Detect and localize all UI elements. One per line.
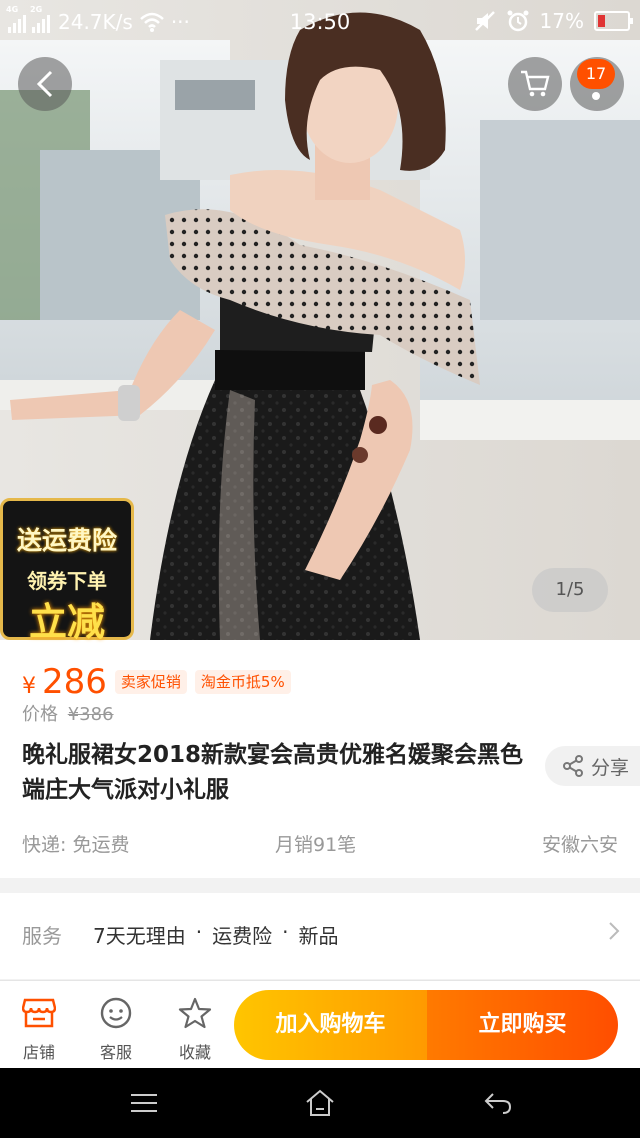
promo-line-3: 立减 [28,600,105,644]
cart-button[interactable] [508,57,562,111]
shipping-info: 快递: 免运费 [22,834,130,856]
buy-now-button[interactable]: 立即购买 [427,990,618,1060]
monthly-sales: 月销91笔 [275,834,357,856]
back-arrow-icon [484,1093,512,1114]
promo-tag-seller[interactable]: 卖家促销 [114,670,187,694]
original-price-row: 价格 ¥386 [22,700,114,726]
share-icon [563,755,583,777]
more-dot-icon [592,92,600,100]
price-currency: ¥ [22,674,36,699]
battery-percent: 17% [539,9,584,33]
original-price: ¥386 [67,704,114,725]
chevron-left-icon [36,70,53,98]
customer-service-button[interactable]: 客服 [86,995,146,1063]
favorite-button[interactable]: 收藏 [165,995,225,1063]
mute-icon [474,11,495,31]
bottom-action-bar: 店铺 客服 收藏 加入购物车 立即购买 [0,980,640,1068]
battery-icon [594,11,633,31]
home-icon [306,1089,334,1116]
price: 286 [42,662,107,702]
original-price-label: 价格 [22,704,58,725]
promo-tag-coins[interactable]: 淘金币抵5% [194,670,291,694]
store-icon [22,998,56,1028]
menu-nav-button[interactable] [124,1086,164,1120]
product-info: ¥ 286 卖家促销 淘金币抵5% 价格 ¥386 晚礼服裙女2018新款宴会高… [0,640,640,878]
store-label: 店铺 [22,1043,55,1062]
star-icon [178,997,212,1029]
share-button[interactable]: 分享 [545,746,640,786]
back-button[interactable] [18,57,72,111]
cart-count-badge: 17 [577,59,615,89]
price-row: ¥ 286 卖家促销 淘金币抵5% [22,662,291,702]
promo-banner[interactable]: 送运费险 领券下单 立减 [0,498,134,644]
promo-line-2: 领券下单 [27,569,107,593]
image-page-indicator: 1/5 [532,568,608,612]
system-nav-bar [0,1068,640,1138]
store-button[interactable]: 店铺 [9,995,69,1063]
customer-service-icon [100,997,132,1029]
service-items: 7天无理由 · 运费险 · 新品 [93,920,338,949]
back-nav-button[interactable] [478,1086,518,1120]
service-separator: · [195,920,203,944]
home-nav-button[interactable] [300,1086,340,1120]
service-label: 服务 [22,924,62,948]
ship-from-location: 安徽六安 [541,834,618,856]
chevron-right-icon [609,922,620,940]
service-item: 运费险 [212,924,273,948]
service-item: 新品 [298,924,339,948]
status-bar: 4G 2G 24.7K/s ··· 13:50 17% [0,0,640,44]
customer-service-label: 客服 [99,1043,132,1062]
promo-line-1: 送运费险 [16,526,117,555]
product-title: 晚礼服裙女2018新款宴会高贵优雅名媛聚会黑色端庄大气派对小礼服 [22,742,524,803]
share-label: 分享 [591,756,630,779]
favorite-label: 收藏 [178,1043,211,1062]
service-row[interactable]: 服务 7天无理由 · 运费险 · 新品 [0,893,640,979]
cart-icon [521,70,550,97]
alarm-icon [507,10,529,32]
add-to-cart-button[interactable]: 加入购物车 [234,990,427,1060]
service-separator: · [282,920,289,944]
service-item: 7天无理由 [93,924,186,948]
menu-icon [131,1094,157,1112]
